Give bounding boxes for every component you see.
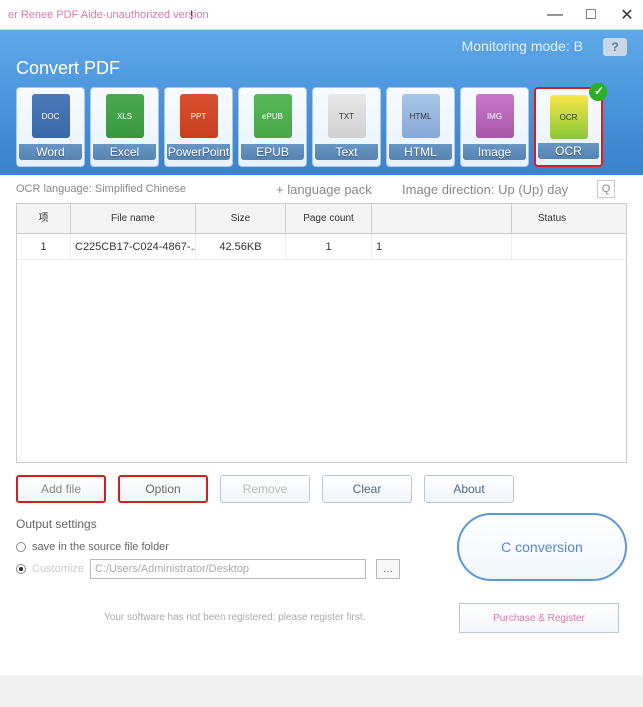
format-epub[interactable]: ePUB EPUB <box>238 87 307 167</box>
ppt-icon: PPT <box>180 94 218 138</box>
format-label: EPUB <box>241 144 304 160</box>
monitor-mode: Monitoring mode: B <box>462 38 583 54</box>
image-direction-label: Image direction: Up (Up) day <box>402 182 568 197</box>
td-status <box>512 234 592 259</box>
file-table: 项 File name Size Page count Status 1 C22… <box>16 203 627 463</box>
language-pack-button[interactable]: + language pack <box>276 182 372 197</box>
content: OCR language: Simplified Chinese + langu… <box>0 175 643 675</box>
add-file-button[interactable]: Add file <box>16 475 106 503</box>
help-icon[interactable]: ? <box>603 38 627 56</box>
clear-button[interactable]: Clear <box>322 475 412 503</box>
th-status: Status <box>512 204 592 233</box>
th-pagecount: Page count <box>286 204 372 233</box>
maximize-button[interactable]: □ <box>583 7 599 23</box>
td-index: 1 <box>17 234 71 259</box>
header: Monitoring mode: B ? Convert PDF DOC Word… <box>0 30 643 175</box>
format-label: OCR <box>538 143 599 159</box>
option-button[interactable]: Option <box>118 475 208 503</box>
ocr-bar: OCR language: Simplified Chinese + langu… <box>16 183 627 195</box>
format-word[interactable]: DOC Word <box>16 87 85 167</box>
close-button[interactable]: ✕ <box>619 7 635 23</box>
format-powerpoint[interactable]: PPT PowerPoint <box>164 87 233 167</box>
th-blank <box>372 204 512 233</box>
td-pagecount: 1 <box>286 234 372 259</box>
radio-icon <box>16 564 26 574</box>
direction-help-icon[interactable]: Q <box>597 180 615 198</box>
minimize-button[interactable]: — <box>547 7 563 23</box>
title-bar: er Renee PDF Aide-unauthorized version !… <box>0 0 643 30</box>
td-filename: C225CB17-C024-4867-... <box>71 234 196 259</box>
about-button[interactable]: About <box>424 475 514 503</box>
table-header: 项 File name Size Page count Status <box>17 204 626 234</box>
format-image[interactable]: IMG Image <box>460 87 529 167</box>
title-mark: ! <box>190 8 193 22</box>
ocr-language-label: OCR language: Simplified Chinese <box>16 183 186 195</box>
img-icon: IMG <box>476 94 514 138</box>
th-size: Size <box>196 204 286 233</box>
ocr-icon: OCR <box>550 95 588 139</box>
html-icon: HTML <box>402 94 440 138</box>
format-label: HTML <box>389 144 452 160</box>
footer: Your software has not been registered: p… <box>16 603 627 633</box>
format-label: Word <box>19 144 82 160</box>
epub-icon: ePUB <box>254 94 292 138</box>
th-index: 项 <box>17 204 71 233</box>
format-html[interactable]: HTML HTML <box>386 87 455 167</box>
format-label: Excel <box>93 144 156 160</box>
td-size: 42.56KB <box>196 234 286 259</box>
radio-label: save in the source file folder <box>32 541 169 553</box>
radio-icon <box>16 542 26 552</box>
radio-label: Customize <box>32 563 84 575</box>
table-row[interactable]: 1 C225CB17-C024-4867-... 42.56KB 1 1 <box>17 234 626 260</box>
xls-icon: XLS <box>106 94 144 138</box>
convert-button[interactable]: C conversion <box>457 513 627 581</box>
format-ocr[interactable]: OCR OCR <box>534 87 603 167</box>
format-label: Image <box>463 144 526 160</box>
register-message: Your software has not been registered: p… <box>104 612 365 624</box>
txt-icon: TXT <box>328 94 366 138</box>
format-label: PowerPoint <box>167 144 230 160</box>
format-label: Text <box>315 144 378 160</box>
remove-button[interactable]: Remove <box>220 475 310 503</box>
register-button[interactable]: Purchase & Register <box>459 603 619 633</box>
browse-button[interactable]: ... <box>376 559 400 579</box>
format-row: DOCWord XLSExcel PPTPowerPoint ePUBEPUB … <box>16 87 627 167</box>
output-settings: Output settings save in the source file … <box>16 517 627 579</box>
page-title: Convert PDF <box>16 58 627 79</box>
th-filename: File name <box>71 204 196 233</box>
format-text[interactable]: TXT Text <box>312 87 381 167</box>
doc-icon: DOC <box>32 94 70 138</box>
output-path-input[interactable] <box>90 559 366 579</box>
button-row: Add file Option Remove Clear About <box>16 475 627 503</box>
app-title: er Renee PDF Aide-unauthorized version <box>8 9 209 21</box>
format-excel[interactable]: XLS Excel <box>90 87 159 167</box>
td-col5: 1 <box>372 234 512 259</box>
